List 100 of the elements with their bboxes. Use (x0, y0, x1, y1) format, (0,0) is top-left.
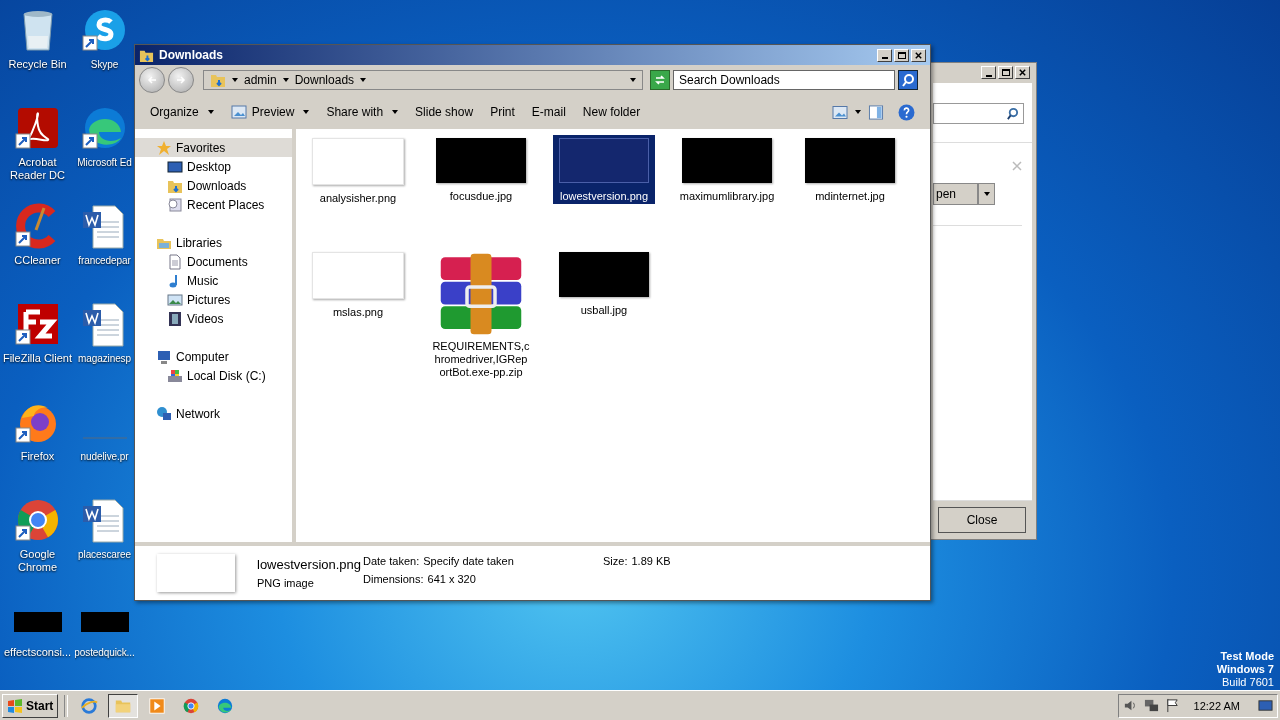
file-item[interactable]: REQUIREMENTS,chromedriver,IGReportBot.exe-pp.zip (430, 249, 532, 380)
refresh-button[interactable] (650, 70, 670, 90)
dropdown-button[interactable] (978, 183, 995, 205)
nav-item[interactable]: Downloads (135, 176, 292, 195)
desktop-icon (167, 158, 183, 175)
caret-icon[interactable] (360, 78, 367, 82)
nav-item[interactable]: Recent Places (135, 195, 292, 214)
network-icon (156, 405, 172, 422)
nav-item[interactable]: Pictures (135, 290, 292, 309)
nav-item[interactable]: Network (135, 404, 292, 423)
property-label: Date taken: (363, 555, 420, 567)
internet-explorer-icon (80, 696, 99, 715)
close-button[interactable]: Close (938, 507, 1026, 533)
address-bar[interactable]: admin Downloads (203, 70, 643, 90)
search-icon (901, 73, 915, 87)
show-desktop-icon[interactable] (1258, 698, 1273, 713)
maximize-button[interactable] (998, 66, 1013, 79)
toolbar-button[interactable]: Print (483, 102, 522, 122)
search-button[interactable] (898, 70, 918, 90)
document-icon (167, 253, 183, 270)
desktop-shortcut[interactable]: placescaree (75, 496, 134, 594)
file-item[interactable]: usball.jpg (553, 249, 655, 318)
view-icon[interactable] (832, 104, 848, 120)
file-type: PNG image (257, 577, 315, 589)
file-item[interactable]: focusdue.jpg (430, 135, 532, 204)
toolbar-button[interactable]: E-mail (524, 102, 573, 122)
preview-pane-icon[interactable] (868, 104, 884, 120)
watermark-text: Build 7601 (1222, 676, 1274, 689)
videos-icon (167, 310, 183, 327)
media-player-icon (148, 696, 167, 715)
minimize-button[interactable] (877, 48, 892, 62)
minimize-button[interactable] (981, 66, 996, 79)
desktop-shortcut[interactable]: Microsoft Ed (75, 104, 134, 202)
nav-item[interactable]: Computer (135, 347, 292, 366)
refresh-icon (653, 73, 667, 87)
close-icon (914, 50, 923, 60)
property-value: Specify date taken (423, 555, 514, 567)
nav-item[interactable]: Libraries (135, 233, 292, 252)
toolbar-button[interactable]: New folder (575, 102, 648, 122)
nav-item[interactable]: Documents (135, 252, 292, 271)
desktop-shortcut[interactable]: FileZilla Client (0, 300, 75, 398)
close-button[interactable] (1015, 66, 1030, 79)
nav-item[interactable]: Music (135, 271, 292, 290)
breadcrumb[interactable]: Downloads (294, 73, 355, 87)
file-item[interactable]: mslas.png (307, 249, 409, 320)
desktop-shortcut[interactable]: Google Chrome (7, 496, 68, 594)
file-item[interactable]: maximumlibrary.jpg (676, 135, 778, 204)
maximize-button[interactable] (894, 48, 909, 62)
close-icon (1018, 68, 1027, 77)
watermark-text: Test Mode (1220, 650, 1274, 663)
clock[interactable]: 12:22 AM (1193, 699, 1240, 712)
desktop-shortcut[interactable]: magazinesp (75, 300, 134, 398)
file-item[interactable]: analysisher.png (307, 135, 409, 206)
file-item[interactable]: mdinternet.jpg (799, 135, 901, 204)
nav-item[interactable]: Desktop (135, 157, 292, 176)
picture-icon (230, 105, 247, 119)
start-button[interactable]: Start (2, 693, 59, 718)
close-button[interactable] (911, 48, 926, 62)
toolbar-button[interactable]: Organize (143, 102, 221, 122)
desktop-shortcut[interactable]: Acrobat Reader DC (7, 104, 68, 202)
desktop-shortcut[interactable]: francedepar (75, 202, 134, 300)
search-field[interactable] (933, 103, 1024, 124)
star-icon (156, 139, 172, 156)
computer-icon (156, 348, 172, 365)
flag-icon[interactable] (1164, 698, 1180, 713)
folder-icon (210, 72, 226, 88)
open-button[interactable]: pen (933, 183, 978, 205)
edge-icon (216, 696, 235, 715)
back-button[interactable] (139, 67, 165, 93)
taskbar-button[interactable] (108, 693, 139, 718)
recent-places-icon (167, 196, 183, 213)
pictures-icon (167, 291, 183, 308)
nav-item[interactable]: Local Disk (C:) (135, 366, 292, 385)
network-icon[interactable] (1143, 698, 1159, 713)
caret-icon[interactable] (855, 110, 861, 114)
forward-button[interactable] (168, 67, 194, 93)
toolbar-button[interactable]: Share with (319, 102, 406, 122)
file-item[interactable]: lowestversion.png (553, 135, 655, 204)
caret-icon[interactable] (282, 78, 289, 82)
nav-item[interactable]: Videos (135, 309, 292, 328)
file-name: lowestversion.png (257, 557, 362, 572)
caret-icon[interactable] (232, 78, 238, 82)
disk-icon (167, 367, 183, 384)
search-field[interactable]: Search Downloads (673, 70, 895, 90)
help-icon[interactable] (898, 103, 915, 121)
breadcrumb[interactable]: admin (244, 73, 277, 87)
desktop-shortcut[interactable]: postedquick... (75, 594, 134, 692)
desktop-shortcut[interactable]: nudelive.pr (75, 398, 134, 496)
caret-icon[interactable] (630, 78, 636, 82)
desktop-shortcut[interactable]: Skype (75, 6, 134, 104)
toolbar-button[interactable]: Preview (223, 102, 317, 122)
desktop-shortcut[interactable]: CCleaner (0, 202, 75, 300)
toolbar-button[interactable]: Slide show (408, 102, 481, 122)
desktop-shortcut[interactable]: effectsconsi... (0, 594, 75, 692)
desktop-shortcut[interactable]: Recycle Bin (0, 6, 75, 104)
desktop-shortcut[interactable]: Firefox (0, 398, 75, 496)
right-arrow-icon (175, 74, 187, 86)
nav-item[interactable]: Favorites (135, 138, 292, 157)
chrome-icon (182, 696, 201, 715)
windows-logo-icon (7, 697, 23, 714)
